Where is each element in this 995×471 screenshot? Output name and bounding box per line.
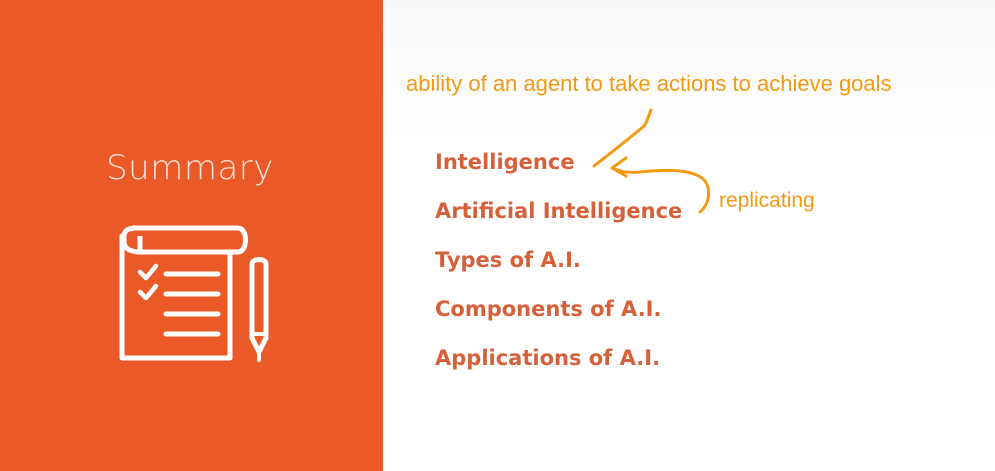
topic-components-of-ai: Components of A.I. (435, 297, 662, 321)
annotation-replicating: replicating (719, 189, 815, 212)
topic-list: Intelligence Artificial Intelligence Typ… (435, 144, 682, 389)
topic-applications-of-ai: Applications of A.I. (435, 346, 661, 370)
summary-panel: Summary (0, 0, 383, 471)
topic-types-of-ai: Types of A.I. (435, 248, 581, 272)
annotation-definition: ability of an agent to take actions to a… (406, 71, 892, 96)
checklist-notepad-icon (119, 225, 269, 362)
summary-title: Summary (106, 148, 274, 188)
topic-intelligence: Intelligence (435, 150, 575, 174)
topic-artificial-intelligence: Artificial Intelligence (435, 199, 683, 223)
